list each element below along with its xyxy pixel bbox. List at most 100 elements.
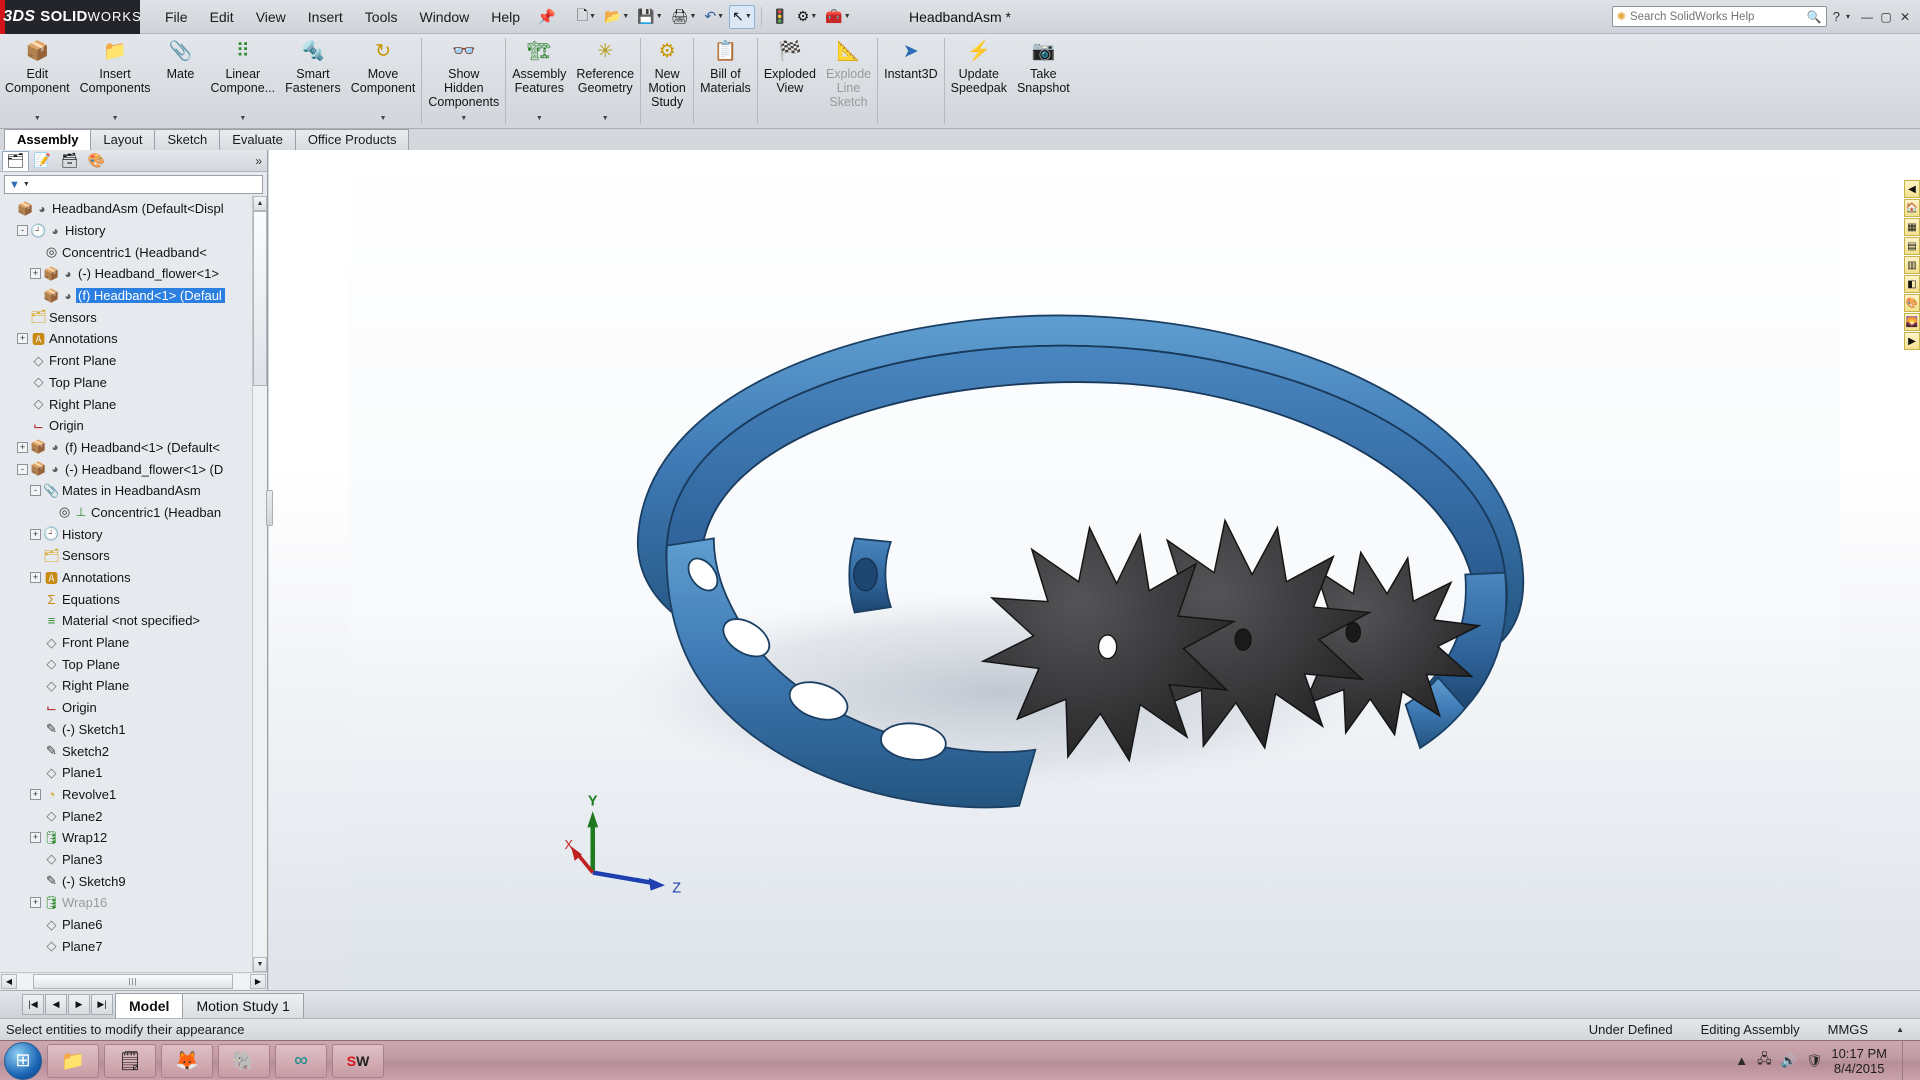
tab-motion-study-1[interactable]: Motion Study 1 <box>182 993 304 1018</box>
panel-splitter-handle[interactable] <box>266 490 273 526</box>
tree-item[interactable]: ◇ Plane1 <box>0 762 267 784</box>
nav-next-button[interactable]: ▶ <box>68 994 90 1015</box>
tree-item[interactable]: ◇ Right Plane <box>0 675 267 697</box>
view-scene-icon[interactable]: 🌄 <box>1904 313 1920 331</box>
move-component-button[interactable]: ↻ Move Component ▼ <box>346 34 421 127</box>
print-button[interactable]: 🖨 ▼ <box>668 5 700 29</box>
view-home-icon[interactable]: 🏠 <box>1904 199 1920 217</box>
tree-item[interactable]: ✎ (-) Sketch1 <box>0 719 267 741</box>
tree-item[interactable]: ◇ Plane7 <box>0 935 267 957</box>
graphics-area[interactable]: 🔍 🔎 ↺ ◨ ⬛ ▣▼ 👓▼ 🎨▼ 🌄▼ 🖵▼ ⧉ ⊞ — ❐ ✕ <box>269 150 1920 990</box>
show-desktop-button[interactable] <box>1902 1040 1912 1080</box>
start-button[interactable]: ⊞ <box>4 1041 42 1080</box>
tree-item[interactable]: Σ Equations <box>0 588 267 610</box>
scroll-left-arrow-icon[interactable]: ◀ <box>1 974 17 989</box>
tab-sketch[interactable]: Sketch <box>154 129 221 150</box>
view-front-icon[interactable]: ▦ <box>1904 218 1920 236</box>
view-iso-icon[interactable]: ◧ <box>1904 275 1920 293</box>
chevron-down-icon[interactable]: ▼ <box>239 112 246 126</box>
search-icon[interactable]: 🔍 <box>1807 10 1822 24</box>
hscroll-thumb[interactable]: ||| <box>33 974 233 989</box>
view-top-icon[interactable]: ▤ <box>1904 237 1920 255</box>
scroll-down-arrow-icon[interactable]: ▼ <box>253 957 267 972</box>
select-button[interactable]: ↖ ▼ <box>729 4 755 29</box>
tree-item[interactable]: 🗂 Sensors <box>0 306 267 328</box>
open-document-button[interactable]: 📂 ▼ <box>601 5 632 29</box>
nav-prev-button[interactable]: ◀ <box>45 994 67 1015</box>
menu-item-insert[interactable]: Insert <box>297 6 354 28</box>
feature-tree[interactable]: 📦 ◕ HeadbandAsm (Default<Displ - 🕘 ◕ History ◎ C… <box>0 196 267 972</box>
menu-item-file[interactable]: File <box>154 6 199 28</box>
tree-item[interactable]: ◎ ⊥ Concentric1 (Headban <box>0 502 267 524</box>
taskbar-item-file-explorer[interactable]: 📁 <box>47 1043 99 1078</box>
tree-item[interactable]: ⌙ Origin <box>0 415 267 437</box>
nav-first-button[interactable]: |◀ <box>22 994 44 1015</box>
volume-icon[interactable]: 🔊 <box>1781 1053 1797 1069</box>
assembly-features-button[interactable]: 🏗 Assembly Features ▼ <box>507 34 571 127</box>
toolbox-button[interactable]: 🧰 ▼ <box>822 5 853 29</box>
tree-expand-icon[interactable]: + <box>30 572 41 584</box>
view-palette-collapse-icon[interactable]: ▶ <box>1904 332 1920 350</box>
chevron-down-icon[interactable]: ▼ <box>34 112 41 126</box>
model-3d-view[interactable]: Y Z X <box>269 150 1920 990</box>
taskbar-item-firefox[interactable]: 🦊 <box>161 1043 213 1078</box>
tree-item[interactable]: ✎ Sketch2 <box>0 740 267 762</box>
network-icon[interactable]: 🖧 <box>1757 1050 1772 1072</box>
view-appearance-icon[interactable]: 🎨 <box>1904 294 1920 312</box>
tree-item[interactable]: 🗂 Sensors <box>0 545 267 567</box>
taskbar-item-evernote[interactable]: 🐘 <box>218 1043 270 1078</box>
tree-expand-icon[interactable]: + <box>17 441 28 453</box>
menu-item-edit[interactable]: Edit <box>199 6 245 28</box>
status-units-chevron-up-icon[interactable]: ▲ <box>1896 1025 1904 1034</box>
tree-item[interactable]: ◇ Front Plane <box>0 350 267 372</box>
display-manager-tab[interactable]: 🎨 <box>83 151 110 171</box>
tree-item[interactable]: + 📦 ◕ (f) Headband<1> (Default< <box>0 437 267 459</box>
tree-horizontal-scrollbar[interactable]: ◀ ||| ▶ <box>0 972 267 990</box>
chevron-down-icon[interactable]: ▼ <box>460 112 467 126</box>
menu-item-tools[interactable]: Tools <box>354 6 409 28</box>
taskbar-item-solidworks[interactable]: SW <box>332 1043 384 1078</box>
tree-item[interactable]: ◇ Plane3 <box>0 849 267 871</box>
close-button[interactable]: ✕ <box>1898 10 1912 24</box>
tree-item[interactable]: + ◔ Revolve1 <box>0 784 267 806</box>
tree-item[interactable]: + 🕘 History <box>0 523 267 545</box>
undo-button[interactable]: ↶ ▼ <box>701 5 727 29</box>
menu-item-view[interactable]: View <box>245 6 297 28</box>
taskbar-item-sticky-notes[interactable]: 🗒 <box>104 1043 156 1078</box>
tab-office-products[interactable]: Office Products <box>294 129 410 150</box>
tree-expand-icon[interactable]: + <box>30 897 41 909</box>
tree-item[interactable]: ⌙ Origin <box>0 697 267 719</box>
tree-collapse-icon[interactable]: - <box>17 225 28 237</box>
tray-expand-chevron-up-icon[interactable]: ▲ <box>1735 1053 1748 1068</box>
tree-vertical-scrollbar[interactable]: ▲ ▼ <box>252 196 267 972</box>
tree-expand-icon[interactable]: + <box>30 528 41 540</box>
save-document-button[interactable]: 💾 ▼ <box>634 5 665 29</box>
edit-component-button[interactable]: 📦 Edit Component ▼ <box>0 34 75 127</box>
tab-layout[interactable]: Layout <box>90 129 156 150</box>
tree-collapse-icon[interactable]: - <box>30 485 41 497</box>
tree-item[interactable]: ✎ (-) Sketch9 <box>0 870 267 892</box>
rebuild-button[interactable]: 🚦 <box>768 5 792 29</box>
minimize-button[interactable]: — <box>1860 10 1874 24</box>
pin-icon[interactable]: 📌 <box>537 8 556 26</box>
chevron-down-icon[interactable]: ▼ <box>380 112 387 126</box>
chevron-down-icon[interactable]: ▼ <box>112 112 119 126</box>
menu-item-window[interactable]: Window <box>408 6 480 28</box>
chevron-down-icon[interactable]: ▼ <box>536 112 543 126</box>
tree-item[interactable]: ◇ Front Plane <box>0 632 267 654</box>
search-box[interactable]: ✺ 🔍 <box>1611 6 1827 27</box>
scroll-up-arrow-icon[interactable]: ▲ <box>253 196 267 211</box>
menu-item-help[interactable]: Help <box>480 6 531 28</box>
chevron-down-icon[interactable]: ▼ <box>602 112 609 126</box>
maximize-button[interactable]: ▢ <box>1879 10 1893 24</box>
search-input[interactable] <box>1629 10 1803 23</box>
chevron-down-icon[interactable]: ▼ <box>23 181 30 188</box>
help-icon[interactable]: ? <box>1833 9 1840 24</box>
options-button[interactable]: ⚙ ▼ <box>794 5 821 29</box>
scroll-right-arrow-icon[interactable]: ▶ <box>250 974 266 989</box>
tree-expand-icon[interactable]: + <box>17 333 28 345</box>
taskbar-clock[interactable]: 10:17 PM 8/4/2015 <box>1831 1046 1887 1076</box>
instant3d-button[interactable]: ➤ Instant3D <box>879 34 943 127</box>
reference-geometry-button[interactable]: ✳ Reference Geometry ▼ <box>571 34 639 127</box>
tree-item[interactable]: ◎ Concentric1 (Headband< <box>0 241 267 263</box>
